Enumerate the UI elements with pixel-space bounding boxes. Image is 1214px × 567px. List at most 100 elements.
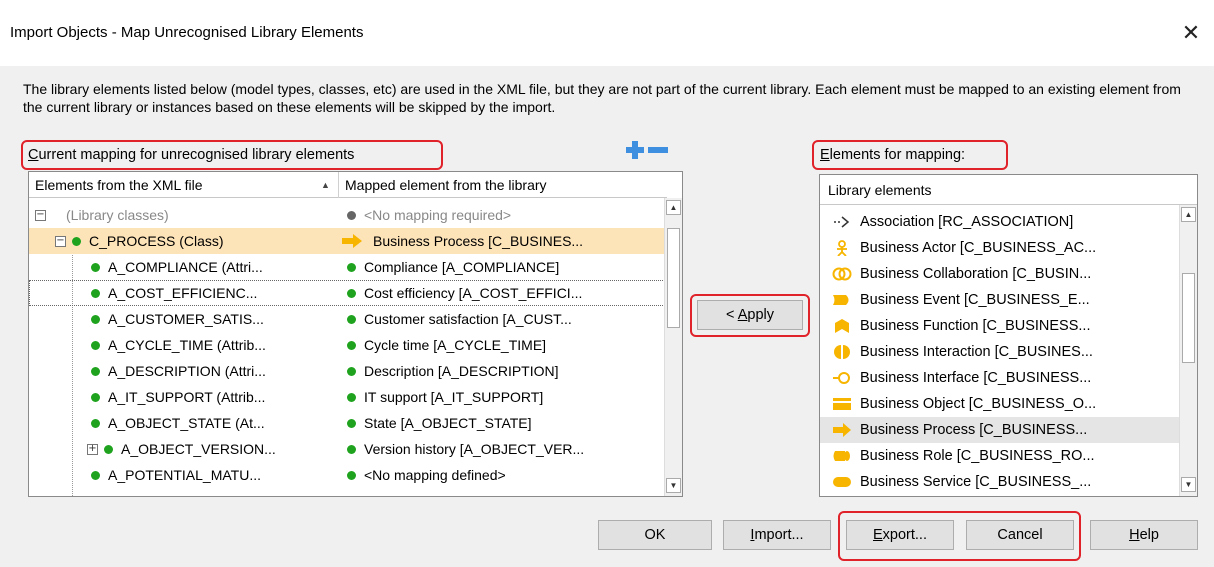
business-object-icon [833,398,851,410]
column-header-source[interactable]: Elements from the XML file ▲ [29,172,339,198]
cancel-label: Cancel [997,527,1043,543]
list-item-label: Business Role [C_BUSINESS_RO... [860,448,1095,464]
ok-button[interactable]: OK [598,520,712,550]
table-row[interactable]: + A_OBJECT_VERSION... Version history [A_… [29,436,667,462]
cancel-button[interactable]: Cancel [966,520,1074,550]
row-target: Compliance [A_COMPLIANCE] [364,259,560,275]
column-header-target[interactable]: Mapped element from the library [339,172,667,198]
row-target: Customer satisfaction [A_CUST... [364,311,572,327]
import-button[interactable]: Import... [723,520,831,550]
table-row[interactable]: − (Library classes) <No mapping required> [29,202,667,228]
association-arrow-icon [834,216,850,228]
mapping-table-header: Elements from the XML file ▲ Mapped elem… [29,172,667,198]
business-service-icon [833,477,851,487]
export-label: xport... [882,527,927,543]
row-source: A_POTENTIAL_MATU... [108,467,261,483]
list-item-label: Business Process [C_BUSINESS... [860,422,1088,438]
business-event-icon [833,295,849,305]
library-list[interactable]: Library elements Association [RC_ASSOCIA… [819,174,1198,497]
dialog-description: The library elements listed below (model… [23,81,1181,115]
status-dot-icon [347,262,356,272]
row-target: Cycle time [A_CYCLE_TIME] [364,337,547,353]
scroll-up-icon[interactable]: ▲ [1181,207,1196,222]
status-dot-icon [72,236,81,246]
list-item-label: Business Object [C_BUSINESS_O... [860,396,1097,412]
row-source: A_IT_SUPPORT (Attrib... [108,389,266,405]
apply-prefix: < [726,307,738,323]
list-item-label: Business Actor [C_BUSINESS_AC... [860,240,1097,256]
status-dot-icon [347,418,356,428]
table-row[interactable]: A_IT_SUPPORT (Attrib... IT support [A_IT… [29,384,667,410]
list-item-label: Association [RC_ASSOCIATION] [860,214,1074,230]
library-header-label: Library elements [828,182,932,198]
library-scrollbar[interactable]: ▲ ▼ [1179,205,1197,496]
list-item-label: Business Collaboration [C_BUSIN... [860,266,1092,282]
business-interaction-icon [834,345,850,359]
remove-mapping-icon[interactable] [647,140,669,160]
list-item-label: Business Event [C_BUSINESS_E... [860,292,1090,308]
expand-icon[interactable]: + [87,443,98,455]
business-process-icon [833,423,851,437]
list-item[interactable]: Association [RC_ASSOCIATION] [820,209,1180,235]
apply-button[interactable]: < Apply [697,300,803,330]
business-role-icon [833,451,850,461]
library-label-highlight [812,140,1008,170]
list-item[interactable]: Business Interaction [C_BUSINES... [820,339,1180,365]
table-row[interactable]: A_DESCRIPTION (Attri... Description [A_D… [29,358,667,384]
list-item-selected[interactable]: Business Process [C_BUSINESS... [820,417,1180,443]
list-item[interactable]: Business Service [C_BUSINESS_... [820,469,1180,495]
scroll-up-icon[interactable]: ▲ [666,200,681,215]
table-row[interactable]: A_OBJECT_STATE (At... State [A_OBJECT_ST… [29,410,667,436]
list-item[interactable]: Business Function [C_BUSINESS... [820,313,1180,339]
list-item[interactable]: Business Collaboration [C_BUSIN... [820,261,1180,287]
title-bar: Import Objects - Map Unrecognised Librar… [0,0,1214,66]
status-dot-icon [347,210,356,220]
row-target: Description [A_DESCRIPTION] [364,363,559,379]
list-item[interactable]: Business Interface [C_BUSINESS... [820,365,1180,391]
row-target: State [A_OBJECT_STATE] [364,415,532,431]
import-label: mport... [754,527,804,543]
help-label: elp [1139,527,1159,543]
collapse-icon[interactable]: − [35,209,46,221]
export-button[interactable]: Export... [846,520,954,550]
mapping-scrollbar[interactable]: ▲ ▼ [664,198,682,496]
status-dot-icon [347,314,356,324]
collapse-icon[interactable]: − [55,235,66,247]
business-interface-icon [833,372,850,384]
apply-label: pply [747,307,774,323]
table-row[interactable]: A_POTENTIAL_MATU... <No mapping defined> [29,462,667,488]
table-row-focused[interactable]: A_COST_EFFICIENC... Cost efficiency [A_C… [29,280,667,306]
mapping-table[interactable]: Elements from the XML file ▲ Mapped elem… [28,171,683,497]
row-source: A_COST_EFFICIENC... [108,285,258,301]
row-target: Cost efficiency [A_COST_EFFICI... [364,285,583,301]
table-row-selected[interactable]: − C_PROCESS (Class) Business Process [C_B… [29,228,667,254]
status-dot-icon [347,470,356,480]
scroll-down-icon[interactable]: ▼ [1181,477,1196,492]
add-mapping-icon[interactable] [625,140,645,160]
row-source: A_COMPLIANCE (Attri... [108,259,263,275]
close-button[interactable]: ✕ [1174,16,1208,50]
status-dot-icon [91,262,100,272]
row-source: C_PROCESS (Class) [89,233,224,249]
table-row[interactable]: A_CYCLE_TIME (Attrib... Cycle time [A_CY… [29,332,667,358]
scroll-down-icon[interactable]: ▼ [666,478,681,493]
list-item[interactable]: Business Role [C_BUSINESS_RO... [820,443,1180,469]
status-dot-icon [91,392,100,402]
list-item[interactable]: Business Object [C_BUSINESS_O... [820,391,1180,417]
row-source: A_OBJECT_STATE (At... [108,415,265,431]
scroll-thumb[interactable] [1182,273,1195,363]
list-item[interactable]: Business Event [C_BUSINESS_E... [820,287,1180,313]
list-item[interactable]: Business Actor [C_BUSINESS_AC... [820,235,1180,261]
list-item-label: Business Function [C_BUSINESS... [860,318,1091,334]
table-row[interactable]: A_CUSTOMER_SATIS... Customer satisfactio… [29,306,667,332]
status-dot-icon [91,366,100,376]
row-source: A_DESCRIPTION (Attri... [108,363,266,379]
table-row[interactable]: A_COMPLIANCE (Attri... Compliance [A_COM… [29,254,667,280]
help-button[interactable]: Help [1090,520,1198,550]
scroll-thumb[interactable] [667,228,680,328]
column-source-label: Elements from the XML file [35,177,203,193]
status-dot-icon [347,366,356,376]
close-icon[interactable]: ✕ [1182,20,1200,45]
business-actor-icon [837,240,847,256]
business-collaboration-icon [832,267,852,281]
